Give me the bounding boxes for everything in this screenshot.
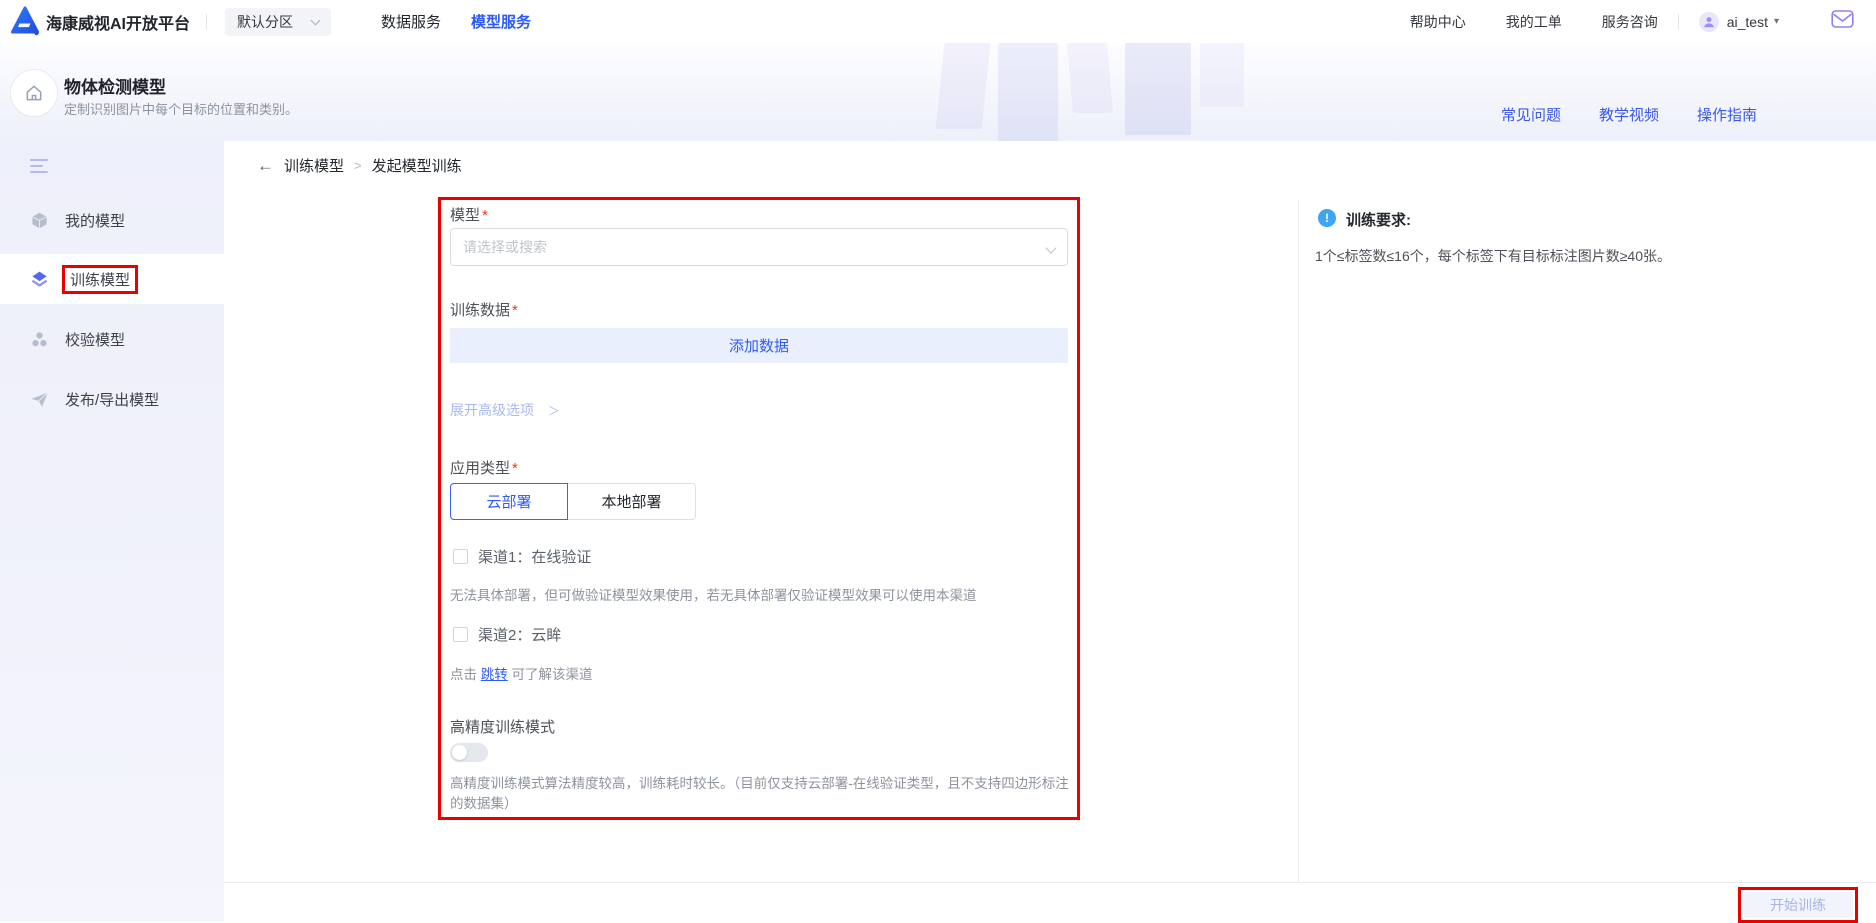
channel2-checkbox[interactable] — [453, 627, 468, 642]
channel1-row: 渠道1：在线验证 — [453, 546, 591, 567]
caret-down-icon[interactable]: ▾ — [1774, 16, 1779, 27]
collapse-menu-icon[interactable] — [30, 159, 48, 173]
cube-icon — [30, 211, 49, 230]
tab-cloud-deploy[interactable]: 云部署 — [450, 483, 568, 520]
channel1-label: 渠道1：在线验证 — [478, 546, 591, 567]
nav-service-consult[interactable]: 服务咨询 — [1602, 12, 1658, 32]
chevron-right-icon: ＞ — [548, 404, 560, 418]
layers-icon — [30, 270, 49, 289]
tab-local-deploy[interactable]: 本地部署 — [568, 483, 696, 520]
chevron-down-icon — [311, 15, 321, 25]
jump-link[interactable]: 跳转 — [481, 667, 508, 682]
app-type-label: 应用类型* — [450, 457, 518, 478]
send-icon — [30, 390, 49, 409]
partition-select[interactable]: 默认分区 — [225, 8, 331, 36]
channel1-description: 无法具体部署，但可做验证模型效果使用，若无具体部署仅验证模型效果可以使用本渠道 — [450, 586, 1070, 606]
channel1-checkbox[interactable] — [453, 549, 468, 564]
nav-my-tickets[interactable]: 我的工单 — [1506, 12, 1562, 32]
mail-icon[interactable] — [1831, 9, 1854, 34]
footer-bar: 开始训练 — [224, 882, 1876, 922]
high-precision-description: 高精度训练模式算法精度较高，训练耗时较长。（目前仅支持云部署-在线验证类型，且不… — [450, 774, 1070, 814]
breadcrumb: ← 训练模型 > 发起模型训练 — [257, 155, 462, 176]
start-training-button[interactable]: 开始训练 — [1743, 892, 1853, 918]
training-data-banner: 添加数据 — [450, 328, 1068, 363]
user-name[interactable]: ai_test — [1727, 14, 1768, 30]
breadcrumb-start-training: 发起模型训练 — [372, 155, 462, 176]
required-asterisk: * — [512, 302, 518, 319]
partition-select-value: 默认分区 — [237, 12, 293, 32]
panel-divider — [1298, 200, 1299, 882]
requirements-body: 1个≤标签数≤16个，每个标签下有目标标注图片数≥40张。 — [1315, 246, 1876, 266]
breadcrumb-train-model[interactable]: 训练模型 — [284, 155, 344, 176]
training-form: 模型* 训练数据* 添加数据 展开高级选项 ＞ 应用类型* 云部署 本地部署 渠… — [438, 197, 1080, 820]
sidebar-item-train-model[interactable]: 训练模型 — [0, 254, 224, 304]
link-tutorial-videos[interactable]: 教学视频 — [1599, 104, 1659, 125]
brand-title: 海康威视AI开放平台 — [46, 10, 190, 34]
link-operation-guide[interactable]: 操作指南 — [1697, 104, 1757, 125]
required-asterisk: * — [512, 460, 518, 477]
home-icon[interactable] — [10, 69, 58, 117]
back-arrow-icon[interactable]: ← — [257, 156, 274, 176]
info-icon: ! — [1318, 209, 1336, 227]
divider — [1678, 14, 1679, 30]
high-precision-toggle[interactable] — [450, 743, 488, 762]
channel2-hint: 点击 跳转 可了解该渠道 — [450, 665, 1070, 685]
app-type-tabs: 云部署 本地部署 — [450, 483, 696, 520]
sidebar-item-label: 我的模型 — [65, 210, 125, 231]
divider — [206, 14, 207, 30]
page-header: 物体检测模型 定制识别图片中每个目标的位置和类别。 常见问题 教学视频 操作指南 — [0, 43, 1876, 141]
channel2-row: 渠道2：云眸 — [453, 624, 561, 645]
breadcrumb-separator: > — [354, 158, 362, 173]
sidebar-item-publish-export[interactable]: 发布/导出模型 — [0, 374, 224, 424]
sidebar-item-my-models[interactable]: 我的模型 — [0, 195, 224, 245]
top-nav: 海康威视AI开放平台 默认分区 数据服务 模型服务 帮助中心 我的工单 服务咨询… — [0, 0, 1876, 43]
nav-model-service[interactable]: 模型服务 — [471, 11, 531, 32]
model-label: 模型* — [450, 204, 488, 225]
high-precision-label: 高精度训练模式 — [450, 716, 555, 737]
channel2-label: 渠道2：云眸 — [478, 624, 561, 645]
sidebar-item-label: 训练模型 — [62, 265, 138, 294]
sidebar-item-verify-model[interactable]: 校验模型 — [0, 314, 224, 364]
training-data-label: 训练数据* — [450, 299, 518, 320]
sidebar: 我的模型 训练模型 校验模型 发布/导出模型 — [0, 141, 224, 922]
main-content: ← 训练模型 > 发起模型训练 模型* 训练数据* 添加数据 展开高级选项 ＞ … — [224, 141, 1876, 922]
brand-logo-icon — [10, 6, 40, 41]
dots-icon — [30, 330, 49, 349]
page-title: 物体检测模型 — [64, 73, 166, 98]
requirements-title: 训练要求: — [1346, 209, 1411, 230]
page-subtitle: 定制识别图片中每个目标的位置和类别。 — [64, 99, 298, 118]
link-faq[interactable]: 常见问题 — [1501, 104, 1561, 125]
model-select[interactable] — [450, 228, 1068, 266]
required-asterisk: * — [482, 207, 488, 224]
avatar — [1699, 12, 1719, 32]
nav-data-service[interactable]: 数据服务 — [381, 11, 441, 32]
add-data-button[interactable]: 添加数据 — [729, 335, 789, 356]
sidebar-item-label: 发布/导出模型 — [65, 389, 159, 410]
nav-help-center[interactable]: 帮助中心 — [1410, 12, 1466, 32]
sidebar-item-label: 校验模型 — [65, 329, 125, 350]
expand-advanced-options[interactable]: 展开高级选项 ＞ — [450, 400, 560, 420]
submit-annotation-box: 开始训练 — [1738, 887, 1858, 923]
